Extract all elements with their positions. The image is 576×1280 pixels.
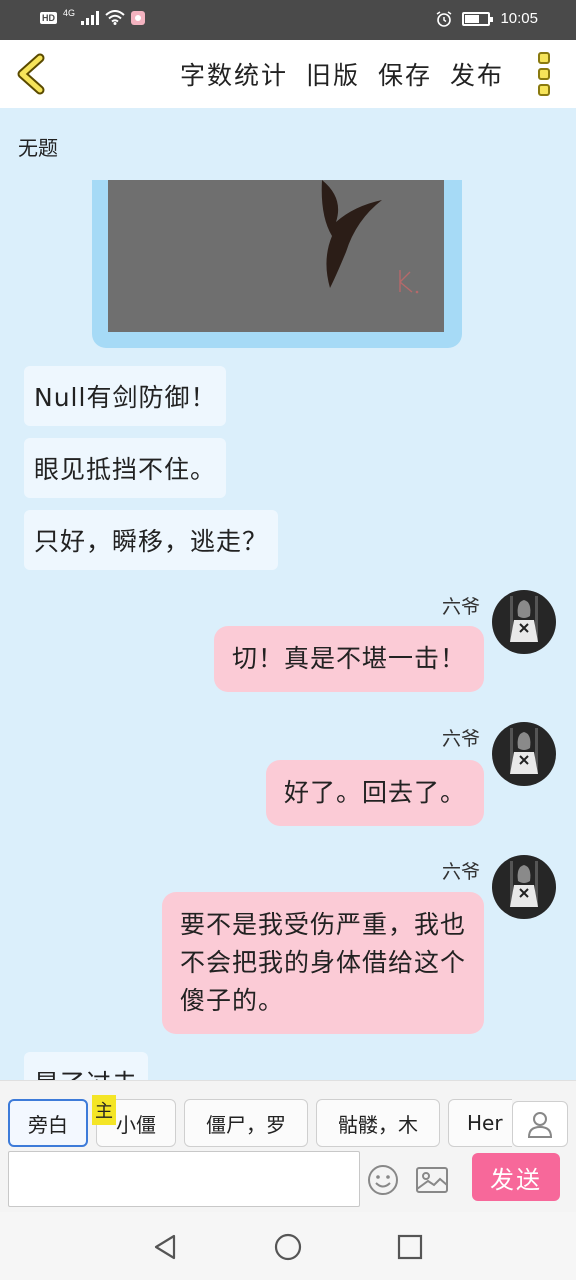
hd-badge: HD (40, 11, 57, 24)
character-manage-button[interactable] (512, 1101, 568, 1147)
title-bar: 无题 (0, 108, 576, 180)
send-button[interactable]: 发送 (472, 1153, 560, 1201)
character-bubble[interactable]: 要不是我受伤严重，我也 不会把我的身体借给这个 傻子的。 (161, 892, 484, 1034)
nav-back-icon[interactable] (150, 1232, 180, 1262)
composer: 主 旁白 小僵 僵尸，罗 骷髅，木 Her 发送 (0, 1080, 576, 1212)
publish-button[interactable]: 发布 (450, 56, 504, 92)
network-type-label: 4G (63, 7, 76, 18)
back-arrow-icon[interactable] (10, 50, 58, 98)
signal-icon (81, 10, 100, 25)
avatar[interactable] (492, 590, 556, 654)
character-tab[interactable]: 僵尸，罗 (184, 1099, 308, 1147)
character-tab[interactable]: Her (448, 1099, 512, 1147)
chat-area[interactable]: Null有剑防御！ 眼见抵挡不住。 只好，瞬移，逃走？ 六爷 切！真是不堪一击！… (0, 180, 576, 1080)
character-tab-narration[interactable]: 旁白 (8, 1099, 88, 1147)
sender-name: 六爷 (441, 728, 480, 750)
save-button[interactable]: 保存 (378, 56, 432, 92)
message-input[interactable] (8, 1151, 360, 1207)
character-avatar-icon (510, 596, 538, 642)
nav-recents-icon[interactable] (395, 1232, 425, 1262)
nav-home-icon[interactable] (273, 1232, 303, 1262)
top-toolbar: 字数统计 旧版 保存 发布 (0, 40, 576, 108)
person-icon (527, 1112, 553, 1138)
document-title[interactable]: 无题 (18, 132, 58, 161)
character-bubble[interactable]: 好了。回去了。 (265, 760, 484, 826)
avatar[interactable] (492, 855, 556, 919)
illustration-art (321, 180, 419, 294)
owner-badge: 主 (92, 1095, 116, 1125)
character-avatar-icon (510, 728, 538, 774)
old-version-button[interactable]: 旧版 (306, 56, 360, 92)
system-nav-bar (0, 1212, 576, 1280)
status-bar: HD 4G 10:05 (0, 0, 576, 40)
emoji-icon[interactable] (366, 1163, 400, 1197)
avatar[interactable] (492, 722, 556, 786)
sender-name: 六爷 (441, 861, 480, 883)
word-count-button[interactable]: 字数统计 (180, 56, 288, 92)
image-message[interactable] (92, 180, 462, 348)
sender-name: 六爷 (441, 596, 480, 618)
character-avatar-icon (510, 861, 538, 907)
illustration-image (108, 180, 444, 332)
alarm-icon (437, 10, 452, 27)
wifi-icon (105, 10, 125, 25)
character-bubble[interactable]: 切！真是不堪一击！ (213, 626, 484, 692)
character-tab[interactable]: 骷髅，木 (316, 1099, 440, 1147)
narration-bubble[interactable]: 只好，瞬移，逃走？ (24, 510, 279, 570)
battery-icon (462, 11, 494, 26)
narration-bubble[interactable]: 是了过去 (24, 1052, 149, 1080)
narration-bubble[interactable]: Null有剑防御！ (24, 366, 227, 426)
more-menu-icon[interactable] (532, 52, 556, 96)
image-picker-icon[interactable] (414, 1163, 450, 1197)
character-tabs[interactable]: 旁白 小僵 僵尸，罗 骷髅，木 Her (8, 1099, 512, 1149)
narration-bubble[interactable]: 眼见抵挡不住。 (24, 438, 227, 498)
clock: 10:05 (500, 10, 538, 27)
app-notification-icon (131, 10, 146, 25)
